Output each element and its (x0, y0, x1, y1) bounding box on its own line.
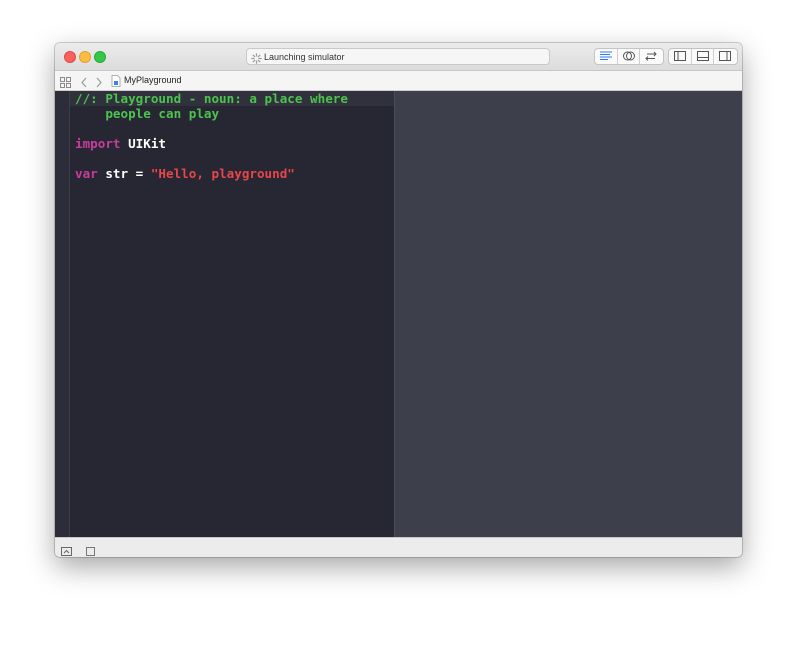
code-token-comment: //: Playground - noun: a place where (75, 91, 348, 106)
toggle-utilities-button[interactable] (714, 49, 737, 64)
code-line[interactable]: people can play (75, 106, 348, 121)
source-editor[interactable]: //: Playground - noun: a place where peo… (55, 91, 394, 537)
assistant-editor-button[interactable] (618, 49, 641, 64)
code-token-keyword: import (75, 136, 121, 151)
title-bar: Launching simulator (55, 43, 742, 71)
results-sidebar (394, 91, 742, 537)
show-console-icon[interactable] (61, 543, 72, 557)
jump-bar: MyPlayground (55, 71, 742, 91)
playground-window: Launching simulator MyPlayground //: Pla… (55, 43, 742, 557)
line-gutter (55, 91, 70, 537)
code-line[interactable]: import UIKit (75, 136, 348, 151)
code-line[interactable] (75, 151, 348, 166)
swift-file-icon (111, 74, 121, 92)
code-text[interactable]: //: Playground - noun: a place where peo… (75, 91, 348, 181)
code-token-plain: str = (97, 166, 151, 181)
code-token-string: "Hello, playground" (150, 166, 295, 181)
code-token-comment: people can play (75, 106, 220, 121)
code-token-keyword: var (75, 166, 98, 181)
progress-spinner-icon (251, 51, 262, 64)
version-editor-button[interactable] (640, 49, 663, 64)
toggle-debug-area-button[interactable] (692, 49, 715, 64)
toggle-navigator-button[interactable] (669, 49, 692, 64)
activity-viewer: Launching simulator (246, 48, 550, 65)
bottom-bar (55, 537, 742, 557)
file-breadcrumb[interactable]: MyPlayground (124, 73, 182, 87)
stop-execution-icon[interactable] (86, 543, 95, 557)
code-token-plain: UIKit (120, 136, 166, 151)
editor-mode-segmented-control (594, 48, 664, 65)
minimize-window-button[interactable] (79, 51, 91, 63)
zoom-window-button[interactable] (94, 51, 106, 63)
panel-toggle-segmented-control (668, 48, 738, 65)
close-window-button[interactable] (64, 51, 76, 63)
code-line[interactable]: var str = "Hello, playground" (75, 166, 348, 181)
standard-editor-button[interactable] (595, 49, 618, 64)
code-line[interactable] (75, 121, 348, 136)
code-line[interactable]: //: Playground - noun: a place where (75, 91, 348, 106)
activity-status-text: Launching simulator (264, 52, 345, 62)
